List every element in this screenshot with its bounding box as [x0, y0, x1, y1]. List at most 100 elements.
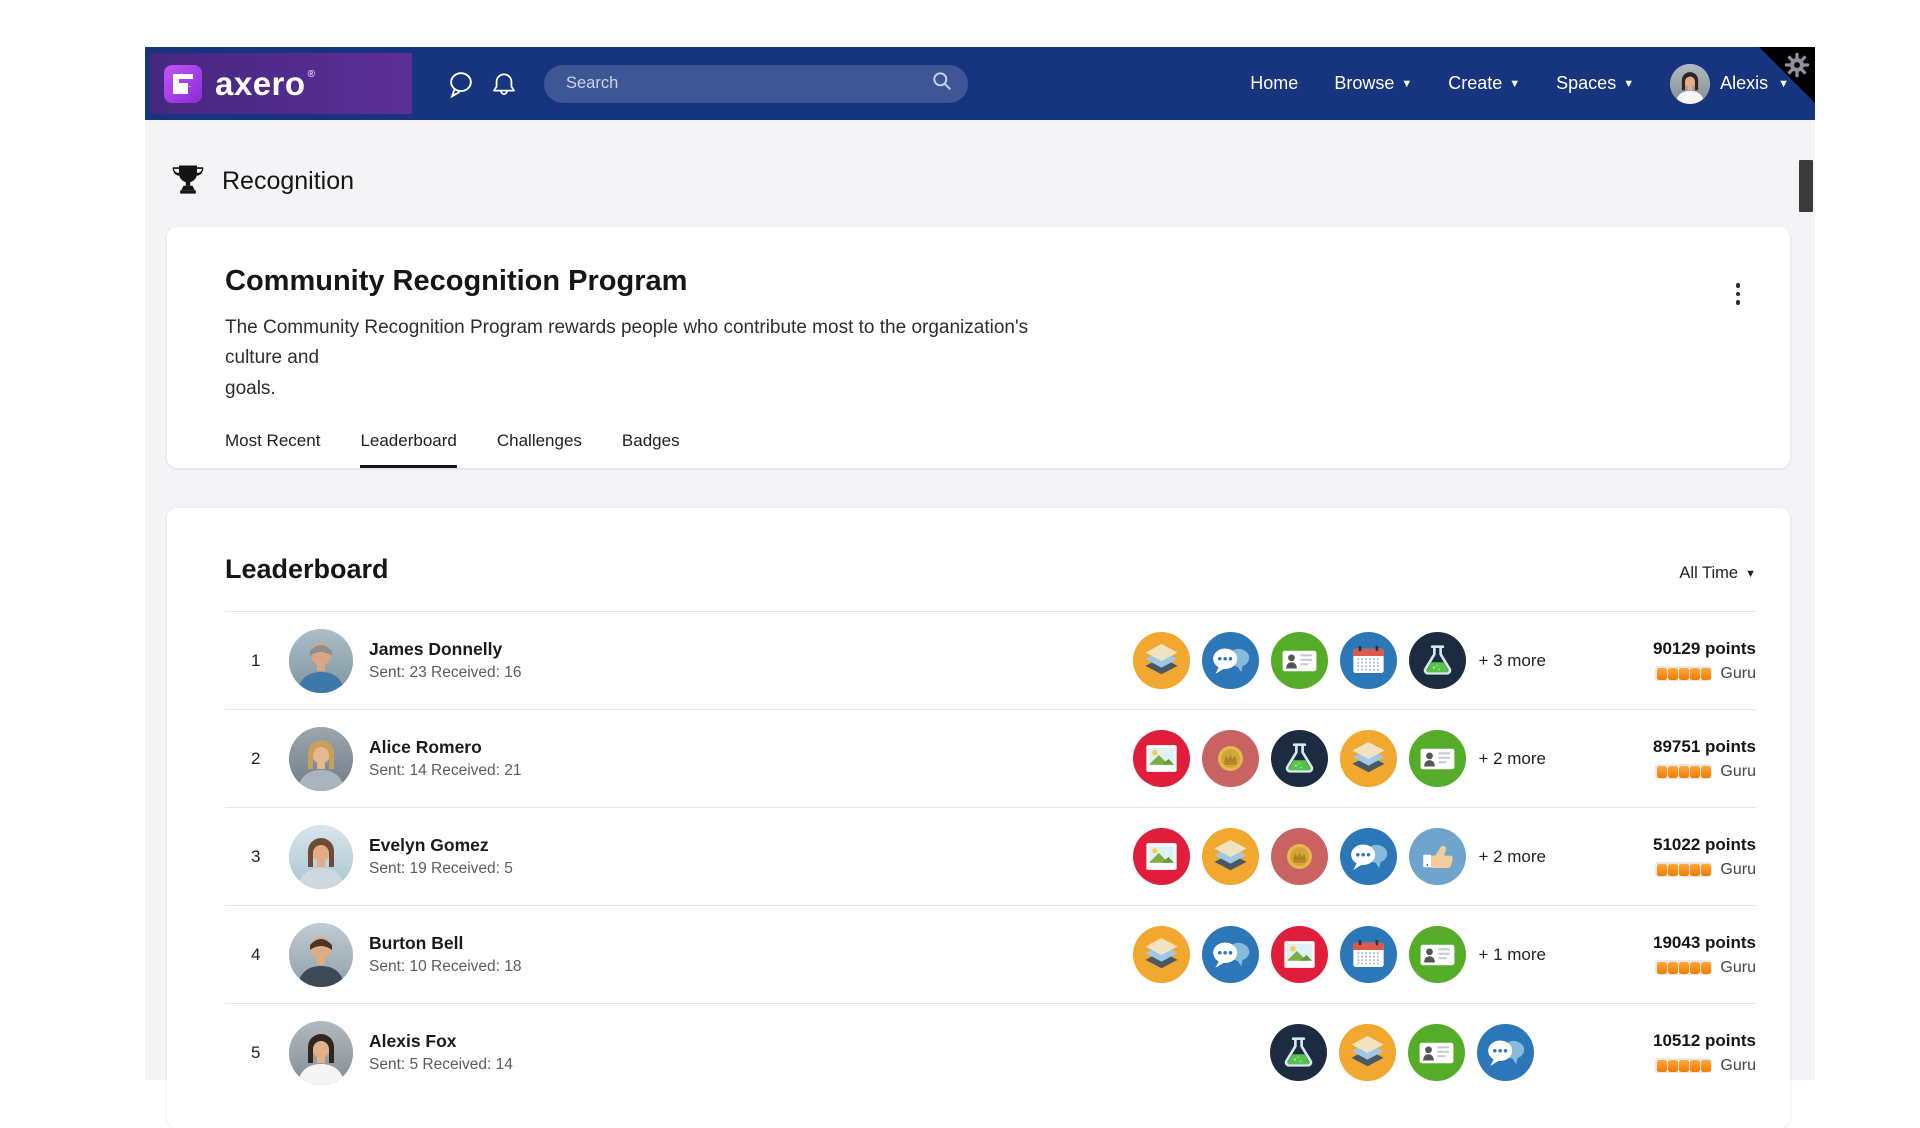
time-filter-dropdown[interactable]: All Time ▼	[1679, 564, 1756, 583]
more-badges-label[interactable]: + 1 more	[1478, 945, 1546, 965]
program-tabs: Most Recent Leaderboard Challenges Badge…	[225, 431, 1756, 468]
badge-flask-icon[interactable]	[1409, 632, 1466, 689]
member-name[interactable]: James Donnelly	[369, 639, 522, 660]
more-badges-label[interactable]: + 2 more	[1478, 847, 1546, 867]
level-meter	[1655, 960, 1712, 975]
member-stats: Sent: 14 Received: 21	[369, 762, 522, 780]
badge-layers-icon[interactable]	[1202, 828, 1259, 885]
badge-chat-bubbles-icon[interactable]	[1202, 926, 1259, 983]
avatar[interactable]	[289, 825, 353, 889]
avatar[interactable]	[289, 923, 353, 987]
member-name[interactable]: Alice Romero	[369, 737, 522, 758]
level-label: Guru	[1720, 665, 1756, 683]
badge-layers-icon[interactable]	[1339, 1024, 1396, 1081]
avatar[interactable]	[289, 1021, 353, 1085]
tab-most-recent[interactable]: Most Recent	[225, 431, 320, 468]
leaderboard-row: 3 Evelyn Gomez Sent: 19 Received: 5 + 2 …	[225, 807, 1756, 905]
chevron-down-icon: ▼	[1509, 79, 1520, 90]
tab-leaderboard[interactable]: Leaderboard	[360, 431, 456, 468]
rank-number: 3	[225, 847, 281, 867]
kebab-menu-icon[interactable]	[1732, 279, 1745, 309]
leaderboard-rows: 1 James Donnelly Sent: 23 Received: 16 +…	[225, 611, 1756, 1101]
rank-number: 5	[225, 1043, 281, 1063]
level-label: Guru	[1720, 1057, 1756, 1075]
rank-number: 1	[225, 651, 281, 671]
search-icon[interactable]	[930, 69, 954, 98]
user-menu[interactable]: Alexis▼	[1670, 64, 1789, 104]
badge-gold-medal-icon[interactable]	[1202, 730, 1259, 787]
member-name[interactable]: Evelyn Gomez	[369, 835, 513, 856]
level-label: Guru	[1720, 861, 1756, 879]
nav-item-home[interactable]: Home	[1250, 73, 1298, 94]
points-value: 51022 points	[1546, 835, 1756, 855]
member-name[interactable]: Burton Bell	[369, 933, 522, 954]
program-card: Community Recognition Program The Commun…	[167, 227, 1790, 468]
badge-calendar-icon[interactable]	[1340, 632, 1397, 689]
badge-list	[1133, 632, 1466, 689]
rank-number: 4	[225, 945, 281, 965]
badge-list	[1133, 730, 1466, 787]
badge-chat-bubbles-icon[interactable]	[1202, 632, 1259, 689]
page-title: Recognition	[222, 167, 354, 196]
leaderboard-row: 1 James Donnelly Sent: 23 Received: 16 +…	[225, 611, 1756, 709]
leaderboard-row: 4 Burton Bell Sent: 10 Received: 18 + 1 …	[225, 905, 1756, 1003]
level-meter	[1655, 666, 1712, 681]
badge-id-card-icon[interactable]	[1271, 632, 1328, 689]
chevron-down-icon: ▼	[1401, 79, 1412, 90]
badge-photo-icon[interactable]	[1133, 730, 1190, 787]
nav-item-spaces[interactable]: Spaces▼	[1556, 73, 1634, 94]
badge-layers-icon[interactable]	[1133, 926, 1190, 983]
badge-photo-icon[interactable]	[1133, 828, 1190, 885]
badge-layers-icon[interactable]	[1133, 632, 1190, 689]
search-bar[interactable]	[544, 65, 968, 103]
badge-id-card-icon[interactable]	[1408, 1024, 1465, 1081]
messages-icon[interactable]	[446, 68, 476, 100]
chevron-down-icon: ▼	[1745, 569, 1756, 580]
leaderboard-row: 2 Alice Romero Sent: 14 Received: 21 + 2…	[225, 709, 1756, 807]
leaderboard-title: Leaderboard	[225, 554, 389, 585]
tab-challenges[interactable]: Challenges	[497, 431, 582, 468]
level-meter	[1655, 764, 1712, 779]
points-value: 90129 points	[1546, 639, 1756, 659]
more-badges-label[interactable]: + 2 more	[1478, 749, 1546, 769]
badge-id-card-icon[interactable]	[1409, 926, 1466, 983]
level-label: Guru	[1720, 763, 1756, 781]
brand-logo[interactable]: axero®	[150, 53, 412, 114]
badge-flask-icon[interactable]	[1271, 730, 1328, 787]
badge-list	[1270, 1024, 1534, 1081]
page-content: Recognition Community Recognition Progra…	[145, 120, 1815, 1080]
badge-calendar-icon[interactable]	[1340, 926, 1397, 983]
badge-list	[1133, 926, 1466, 983]
level-label: Guru	[1720, 959, 1756, 977]
badge-thumbs-up-icon[interactable]	[1409, 828, 1466, 885]
top-navbar: axero® Home Browse▼ Create▼	[145, 47, 1815, 120]
nav-item-browse[interactable]: Browse▼	[1334, 73, 1412, 94]
search-input[interactable]	[564, 73, 930, 94]
badge-gold-medal-icon[interactable]	[1271, 828, 1328, 885]
badge-chat-bubbles-icon[interactable]	[1477, 1024, 1534, 1081]
scrollbar-thumb[interactable]	[1799, 160, 1813, 212]
avatar[interactable]	[289, 727, 353, 791]
points-value: 10512 points	[1546, 1031, 1756, 1051]
badge-layers-icon[interactable]	[1340, 730, 1397, 787]
badge-id-card-icon[interactable]	[1409, 730, 1466, 787]
trophy-icon	[170, 162, 206, 201]
tab-badges[interactable]: Badges	[622, 431, 680, 468]
member-name[interactable]: Alexis Fox	[369, 1031, 513, 1052]
chevron-down-icon: ▼	[1623, 79, 1634, 90]
nav-item-create[interactable]: Create▼	[1448, 73, 1520, 94]
level-meter	[1655, 1058, 1712, 1073]
badge-photo-icon[interactable]	[1271, 926, 1328, 983]
chevron-down-icon: ▼	[1778, 79, 1789, 90]
more-badges-label[interactable]: + 3 more	[1478, 651, 1546, 671]
member-stats: Sent: 19 Received: 5	[369, 860, 513, 878]
badge-flask-icon[interactable]	[1270, 1024, 1327, 1081]
program-title: Community Recognition Program	[225, 227, 1756, 298]
program-description: The Community Recognition Program reward…	[225, 313, 1035, 404]
member-stats: Sent: 5 Received: 14	[369, 1056, 513, 1074]
badge-chat-bubbles-icon[interactable]	[1340, 828, 1397, 885]
notifications-icon[interactable]	[490, 68, 518, 100]
user-avatar	[1670, 64, 1710, 104]
page-header: Recognition	[145, 120, 1815, 201]
avatar[interactable]	[289, 629, 353, 693]
